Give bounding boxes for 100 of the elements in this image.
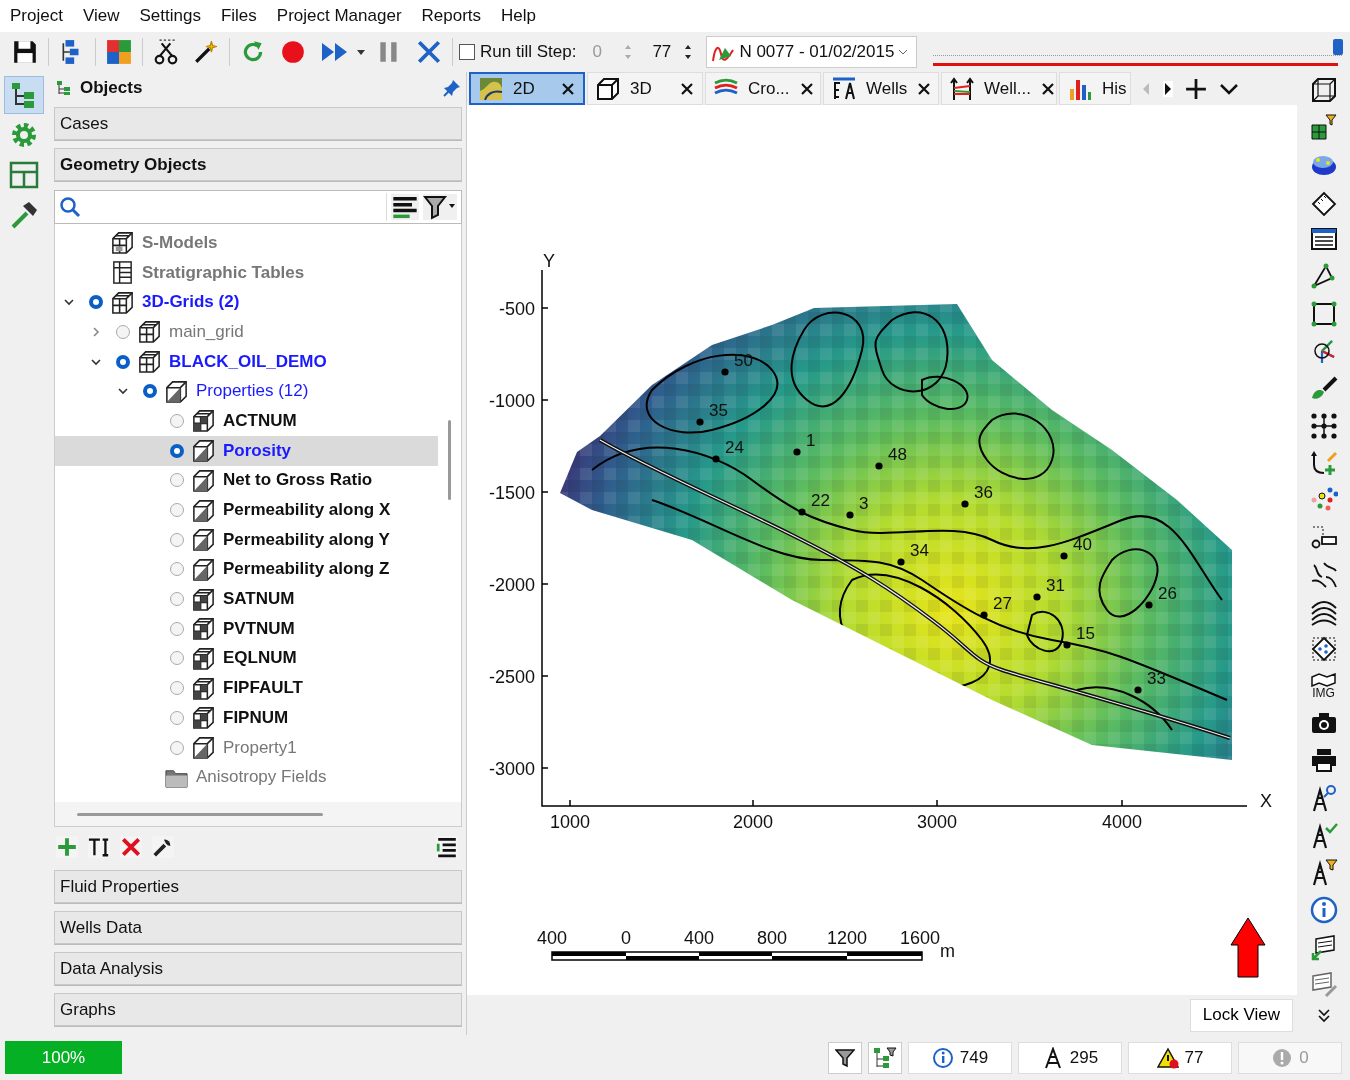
well-marker[interactable] (1033, 593, 1041, 601)
menu-item[interactable]: Reports (411, 6, 492, 26)
tree-item[interactable]: FIPFAULT (55, 673, 438, 703)
tree-item[interactable]: Porosity (55, 435, 438, 466)
chevron-down-icon[interactable] (1219, 81, 1239, 96)
caret-icon[interactable] (356, 47, 366, 57)
well-marker[interactable] (980, 611, 988, 619)
double-chevron-down-icon[interactable] (1315, 1007, 1332, 1024)
timestep-dropdown[interactable]: N 0077 - 01/02/2015 (706, 36, 918, 68)
radio-button[interactable] (169, 710, 184, 725)
sort-lines-icon[interactable] (391, 194, 419, 220)
fault-lines-icon[interactable] (1309, 560, 1338, 589)
close-icon[interactable] (799, 81, 814, 96)
polygon-icon[interactable] (1309, 299, 1338, 328)
delete-icon[interactable] (120, 836, 142, 858)
well-marker[interactable] (1060, 552, 1068, 560)
radio-button[interactable] (142, 384, 157, 399)
view-tab[interactable]: 2D (469, 72, 585, 105)
radio-button[interactable] (169, 532, 184, 547)
radio-button[interactable] (169, 592, 184, 607)
radio-button[interactable] (169, 681, 184, 696)
arrow-right-icon[interactable] (1163, 80, 1173, 97)
well-marker[interactable] (793, 448, 801, 456)
view-tab[interactable]: Well... (941, 72, 1057, 105)
menu-item[interactable]: Settings (129, 6, 211, 26)
radio-button[interactable] (169, 443, 184, 458)
wrench-icon[interactable] (152, 836, 174, 858)
view-tab[interactable]: Wells (823, 72, 939, 105)
well-marker[interactable] (961, 500, 969, 508)
layers-arrow-icon[interactable] (1309, 932, 1338, 961)
pin-icon[interactable] (442, 78, 462, 98)
tree-filter-button[interactable] (868, 1041, 902, 1074)
well-marker[interactable] (846, 511, 854, 519)
tree-view-button[interactable] (4, 76, 44, 114)
menu-item[interactable]: Project (0, 6, 73, 26)
filter-icon[interactable] (423, 194, 457, 220)
radio-button[interactable] (169, 413, 184, 428)
tree-item[interactable]: BLACK_OIL_DEMO (55, 346, 438, 377)
record-icon[interactable] (280, 39, 306, 65)
section-header[interactable]: Graphs (54, 993, 462, 1026)
scrollbar[interactable] (448, 420, 451, 500)
radio-button[interactable] (169, 651, 184, 666)
tree-item[interactable]: PVTNUM (55, 613, 438, 644)
scrollbar[interactable] (77, 812, 323, 816)
info-count-button[interactable]: 749 (908, 1041, 1012, 1074)
view-tab[interactable]: Cro... (705, 72, 821, 105)
close-icon[interactable] (917, 81, 932, 96)
grid-cube-filter-icon[interactable] (1309, 113, 1338, 142)
tree-item[interactable]: FIPNUM (55, 703, 438, 733)
radio-button[interactable] (169, 473, 184, 488)
radio-button[interactable] (169, 562, 184, 577)
tree-item[interactable]: SATNUM (55, 584, 438, 614)
close-icon[interactable] (680, 81, 694, 96)
tree-item[interactable]: Net to Gross Ratio (55, 465, 438, 496)
well-marker[interactable] (721, 368, 729, 376)
info-icon[interactable] (1309, 895, 1338, 924)
dice-icon[interactable] (1309, 635, 1338, 664)
section-header[interactable]: Wells Data (54, 911, 462, 944)
move-points-icon[interactable] (1309, 411, 1338, 440)
tree-item[interactable]: 3D-Grids (2) (55, 287, 438, 318)
step-count-field[interactable]: 77 (648, 38, 697, 66)
puzzle-icon[interactable] (106, 39, 132, 65)
section-header[interactable]: Data Analysis (54, 952, 462, 985)
well-marker[interactable] (798, 508, 806, 516)
tree-item[interactable]: Permeability along Z (55, 554, 438, 585)
well-marker[interactable] (897, 558, 905, 566)
well-marker[interactable] (696, 418, 704, 426)
layers-pencil-icon[interactable] (1309, 970, 1338, 999)
tree-item[interactable]: Permeability along Y (55, 524, 438, 555)
well-marker[interactable] (1063, 641, 1071, 649)
plus-icon[interactable] (1185, 77, 1207, 100)
lock-view-button[interactable]: Lock View (1189, 998, 1293, 1032)
well-marker[interactable] (875, 462, 883, 470)
cancel-icon[interactable] (416, 39, 442, 65)
menu-item[interactable]: Project Manager (266, 6, 412, 26)
filter-button[interactable] (828, 1041, 862, 1074)
menu-item[interactable]: Help (491, 6, 547, 26)
timeline-slider[interactable] (933, 37, 1342, 67)
close-icon[interactable] (561, 81, 575, 96)
section-header[interactable]: Cases (54, 107, 462, 140)
list-icon[interactable] (436, 836, 458, 858)
radio-button[interactable] (115, 354, 130, 369)
well-marker[interactable] (1134, 686, 1142, 694)
view-tab[interactable]: His (1059, 72, 1131, 105)
well-count-button[interactable]: 295 (1018, 1041, 1122, 1074)
slider-handle[interactable] (1332, 39, 1343, 55)
menu-item[interactable]: View (72, 6, 130, 26)
menu-item[interactable]: Files (210, 6, 267, 26)
cube-frame-icon[interactable] (1309, 76, 1338, 104)
save-icon[interactable] (12, 39, 38, 65)
tree-item[interactable]: Permeability along X (55, 495, 438, 525)
tree-item[interactable]: EQLNUM (55, 643, 438, 674)
section-header[interactable]: Geometry Objects (54, 148, 462, 181)
contour-lines-icon[interactable] (1309, 598, 1338, 627)
well-marker[interactable] (1145, 601, 1153, 609)
radio-button[interactable] (169, 503, 184, 518)
search-field[interactable] (54, 190, 462, 224)
well-marker[interactable] (712, 455, 720, 463)
printer-icon[interactable] (1309, 746, 1338, 775)
tree-item[interactable]: Properties (12) (55, 376, 438, 407)
